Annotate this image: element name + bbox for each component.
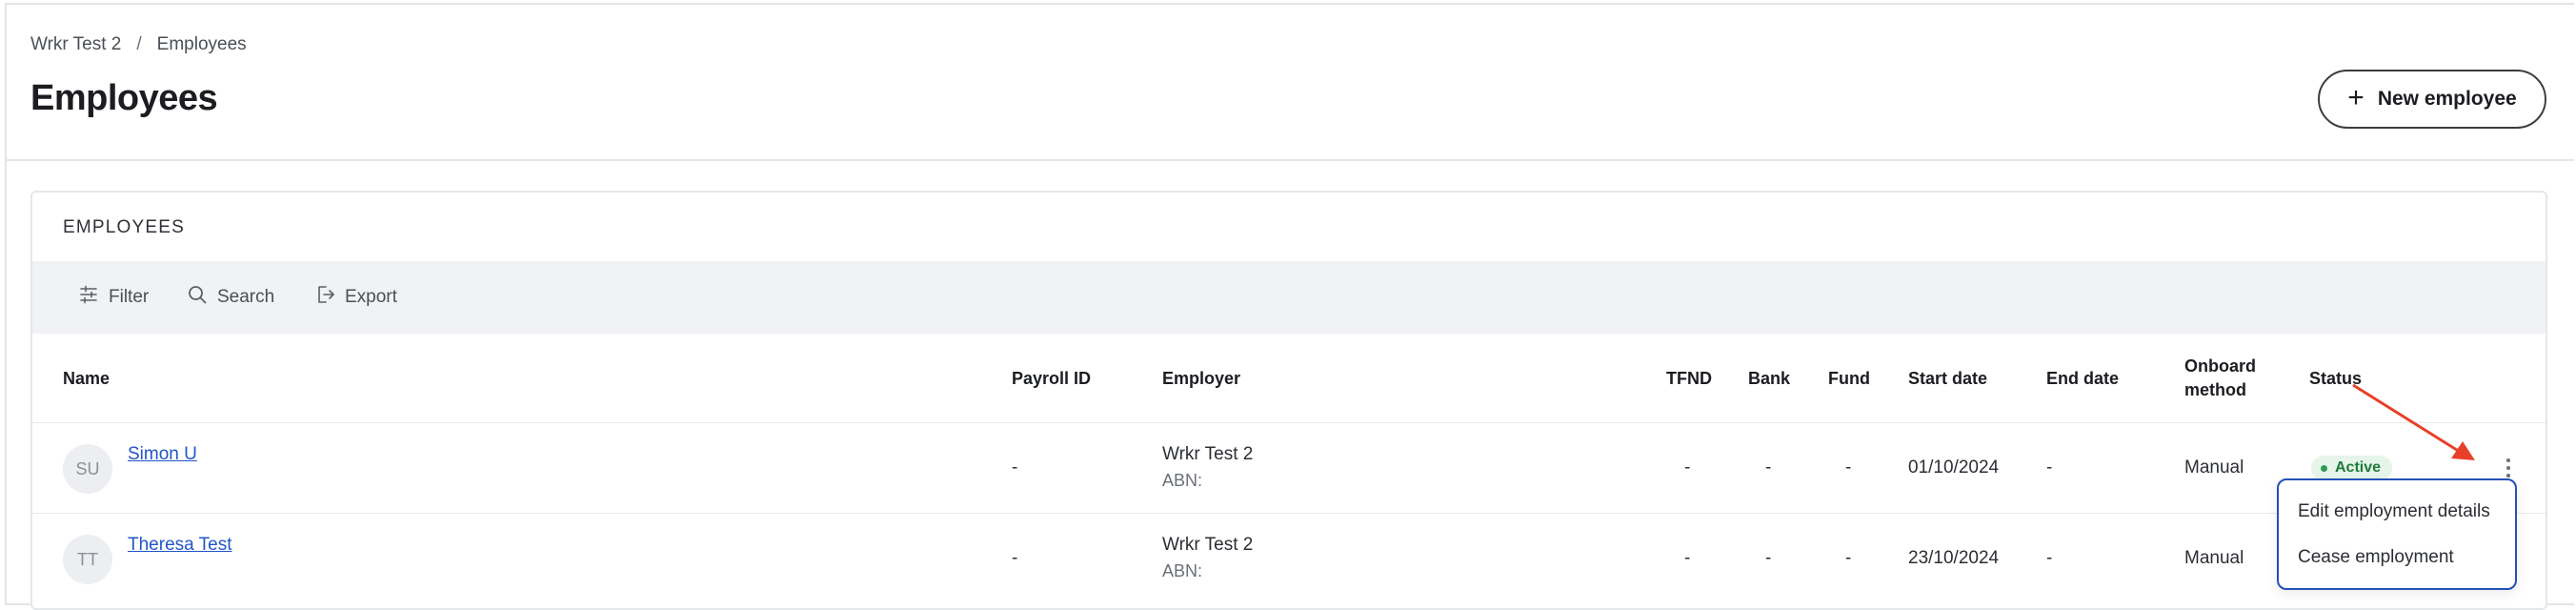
bank-cell: -: [1765, 458, 1772, 478]
export-label: Export: [345, 287, 397, 307]
employer-cell: Wrkr Test 2: [1162, 535, 1254, 555]
tfnd-cell: -: [1684, 548, 1691, 568]
column-header-tfnd[interactable]: TFND: [1666, 367, 1712, 391]
payroll-id-cell: -: [1012, 548, 1018, 568]
column-header-end-date[interactable]: End date: [2046, 367, 2119, 391]
column-header-onboard-method[interactable]: Onboard method: [2184, 355, 2256, 402]
avatar: SU: [63, 444, 112, 494]
export-icon: [314, 284, 335, 311]
search-icon: [187, 284, 208, 311]
new-employee-button[interactable]: + New employee: [2318, 70, 2546, 129]
column-header-bank[interactable]: Bank: [1748, 367, 1790, 391]
column-header-status[interactable]: Status: [2309, 367, 2362, 391]
menu-item-edit-employment-details[interactable]: Edit employment details: [2298, 501, 2490, 522]
status-badge: Active: [2311, 456, 2393, 480]
onboard-method-cell: Manual: [2184, 548, 2244, 568]
start-date-cell: 23/10/2024: [1908, 548, 2000, 568]
column-header-fund[interactable]: Fund: [1828, 367, 1870, 391]
column-header-onboard-line2: method: [2184, 380, 2246, 399]
breadcrumb-current: Employees: [156, 34, 247, 54]
bank-cell: -: [1765, 548, 1772, 568]
fund-cell: -: [1845, 458, 1852, 478]
end-date-cell: -: [2046, 458, 2053, 478]
employer-cell: Wrkr Test 2: [1162, 444, 1254, 464]
page-title: Employees: [30, 78, 218, 118]
search-label: Search: [217, 287, 275, 307]
end-date-cell: -: [2046, 548, 2053, 568]
column-header-name[interactable]: Name: [63, 367, 110, 391]
onboard-method-cell: Manual: [2184, 458, 2244, 478]
header-divider-line: [32, 422, 2546, 423]
export-button[interactable]: Export: [314, 261, 397, 334]
employee-name-link[interactable]: Simon U: [128, 444, 197, 465]
row-divider-line: [32, 513, 2546, 514]
employee-name-link[interactable]: Theresa Test: [128, 535, 231, 556]
column-header-start-date[interactable]: Start date: [1908, 367, 1987, 391]
breadcrumb-parent-link[interactable]: Wrkr Test 2: [30, 34, 121, 55]
abn-cell: ABN:: [1162, 471, 1203, 490]
sliders-icon: [78, 284, 99, 311]
fund-cell: -: [1845, 548, 1852, 568]
column-header-employer[interactable]: Employer: [1162, 367, 1240, 391]
column-header-payroll-id[interactable]: Payroll ID: [1012, 367, 1091, 391]
filter-button[interactable]: Filter: [78, 261, 149, 334]
breadcrumb-separator: /: [136, 34, 142, 54]
search-button[interactable]: Search: [187, 261, 274, 334]
card-title: EMPLOYEES: [63, 217, 186, 237]
tfnd-cell: -: [1684, 458, 1691, 478]
menu-item-cease-employment[interactable]: Cease employment: [2298, 547, 2454, 568]
status-badge-label: Active: [2335, 459, 2382, 476]
employees-card: EMPLOYEES Filter Search Export Name Payr…: [30, 191, 2547, 610]
status-dot-icon: [2321, 464, 2327, 472]
filter-label: Filter: [109, 287, 150, 307]
avatar: TT: [63, 535, 112, 584]
start-date-cell: 01/10/2024: [1908, 458, 2000, 478]
row-actions-menu: Edit employment details Cease employment: [2277, 478, 2517, 590]
payroll-id-cell: -: [1012, 458, 1018, 478]
plus-icon: +: [2347, 81, 2365, 113]
new-employee-button-label: New employee: [2377, 88, 2517, 110]
breadcrumb: Wrkr Test 2 / Employees: [30, 34, 247, 55]
table-toolbar: Filter Search Export: [32, 261, 2546, 334]
header-divider: [5, 159, 2574, 161]
abn-cell: ABN:: [1162, 561, 1203, 580]
column-header-onboard-line1: Onboard: [2184, 356, 2256, 376]
